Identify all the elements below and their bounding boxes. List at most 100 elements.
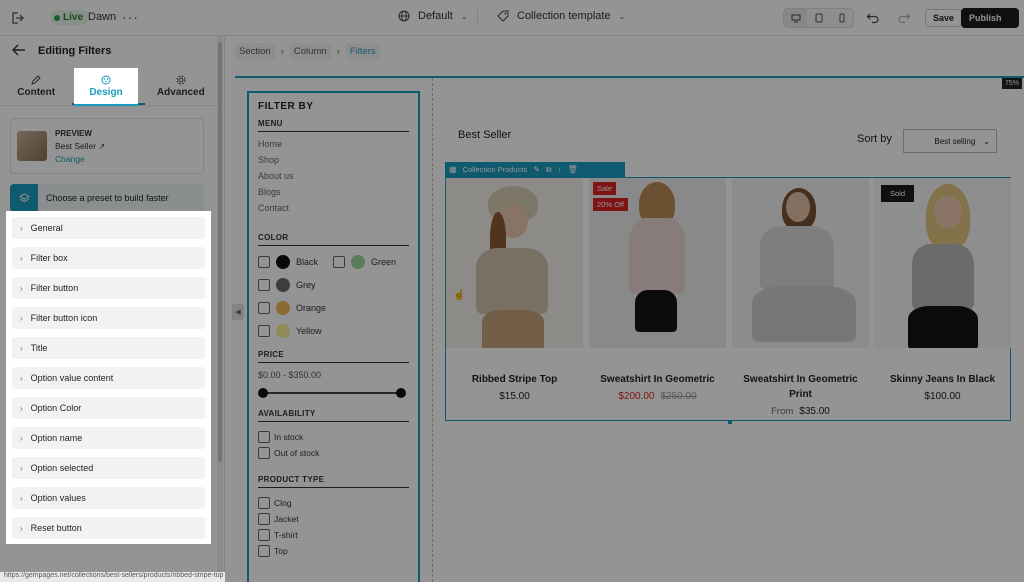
setting-filter-button[interactable]: › Filter button bbox=[12, 277, 205, 299]
compare-price: $250.00 bbox=[660, 391, 697, 402]
product-name[interactable]: Sweatshirt In Geometric Print bbox=[732, 372, 869, 402]
product-card[interactable]: Ribbed Stripe Top $15.00 bbox=[446, 178, 583, 402]
color-option-green[interactable]: Green bbox=[333, 253, 408, 270]
resize-handle[interactable] bbox=[728, 420, 732, 424]
checkbox[interactable] bbox=[258, 301, 270, 314]
collection-title: Best Seller bbox=[458, 129, 512, 141]
back-arrow-icon[interactable] bbox=[12, 44, 26, 59]
preset-banner[interactable]: Choose a preset to build faster bbox=[10, 184, 204, 212]
save-button[interactable]: Save bbox=[925, 9, 963, 27]
option-label: In stock bbox=[274, 432, 304, 442]
menu-link-shop[interactable]: Shop bbox=[258, 155, 409, 171]
menu-link-contact[interactable]: Contact bbox=[258, 203, 409, 219]
redo-icon[interactable] bbox=[897, 10, 911, 24]
sort-select[interactable]: Best selling ⌄ bbox=[903, 129, 997, 153]
breadcrumb-section[interactable]: Section bbox=[235, 43, 275, 60]
collection-products-area: Best Seller Sort by Best selling ⌄ ▦ Col… bbox=[445, 91, 1024, 582]
product-name[interactable]: Skinny Jeans In Black bbox=[874, 372, 1011, 387]
setting-general[interactable]: › General bbox=[12, 217, 205, 239]
setting-option-values[interactable]: › Option values bbox=[12, 487, 205, 509]
preview-page-name-text: Best Seller bbox=[55, 140, 97, 151]
filter-group-color[interactable]: COLOR bbox=[258, 233, 409, 246]
checkbox[interactable] bbox=[258, 278, 270, 291]
mobile-device-button[interactable] bbox=[830, 9, 853, 27]
exit-editor-icon[interactable] bbox=[8, 9, 26, 27]
chevron-right-icon: › bbox=[20, 313, 23, 323]
edit-icon[interactable]: ✎ bbox=[533, 165, 540, 174]
menu-link-about[interactable]: About us bbox=[258, 171, 409, 187]
filter-box[interactable]: FILTER BY MENU Home Shop About us Blogs … bbox=[247, 91, 420, 582]
move-up-icon[interactable]: ↑ bbox=[558, 165, 562, 174]
breadcrumb-column[interactable]: Column bbox=[289, 43, 331, 60]
breadcrumb-filters[interactable]: Filters bbox=[345, 43, 380, 60]
checkbox[interactable] bbox=[258, 497, 270, 509]
setting-option-name[interactable]: › Option name bbox=[12, 427, 205, 449]
color-swatch bbox=[276, 300, 290, 315]
setting-title[interactable]: › Title bbox=[12, 337, 205, 359]
tab-content[interactable]: Content bbox=[0, 68, 72, 105]
checkbox[interactable] bbox=[258, 513, 270, 525]
product-card[interactable]: Sweatshirt In Geometric Print From $35.00 bbox=[732, 178, 869, 417]
setting-option-selected[interactable]: › Option selected bbox=[12, 457, 205, 479]
menu-link-home[interactable]: Home bbox=[258, 139, 409, 155]
change-preview-link[interactable]: Change bbox=[55, 154, 105, 164]
tab-design-highlight[interactable]: Design bbox=[74, 68, 138, 106]
collapse-sidebar-handle[interactable]: ◀ bbox=[232, 304, 244, 320]
template-select[interactable]: Collection template ⌄ bbox=[497, 10, 625, 22]
product-type-tshirt[interactable]: T-shirt bbox=[258, 527, 409, 543]
tablet-device-button[interactable] bbox=[807, 9, 830, 27]
live-status-badge: Live bbox=[50, 10, 90, 25]
product-image[interactable] bbox=[732, 178, 869, 348]
menu-link-blogs[interactable]: Blogs bbox=[258, 187, 409, 203]
checkbox[interactable] bbox=[258, 529, 270, 541]
product-type-jacket[interactable]: Jacket bbox=[258, 511, 409, 527]
duplicate-icon[interactable]: ⧉ bbox=[546, 165, 552, 175]
more-icon[interactable]: ··· bbox=[122, 9, 139, 25]
checkbox[interactable] bbox=[258, 545, 270, 557]
price-slider[interactable] bbox=[258, 388, 406, 398]
availability-in-stock[interactable]: In stock bbox=[258, 429, 409, 445]
slider-min-handle[interactable] bbox=[258, 388, 268, 398]
checkbox[interactable] bbox=[333, 255, 345, 268]
filter-group-product-type[interactable]: PRODUCT TYPE bbox=[258, 475, 409, 488]
globe-icon bbox=[398, 10, 410, 22]
color-option-yellow[interactable]: Yellow bbox=[258, 322, 333, 339]
color-option-black[interactable]: Black bbox=[258, 253, 333, 270]
slider-max-handle[interactable] bbox=[396, 388, 406, 398]
desktop-device-button[interactable] bbox=[784, 9, 807, 27]
filter-group-menu[interactable]: MENU bbox=[258, 119, 409, 132]
product-image[interactable] bbox=[446, 178, 583, 348]
product-name[interactable]: Sweatshirt In Geometric bbox=[589, 372, 726, 387]
undo-icon[interactable] bbox=[866, 10, 880, 24]
product-image[interactable]: Sale 20% Off bbox=[589, 178, 726, 348]
hand-cursor-icon: ☝ bbox=[453, 290, 466, 301]
checkbox[interactable] bbox=[258, 324, 270, 337]
product-image[interactable]: Sold bbox=[874, 178, 1011, 348]
color-option-grey[interactable]: Grey bbox=[258, 276, 333, 293]
availability-out-of-stock[interactable]: Out of stock bbox=[258, 445, 409, 461]
setting-option-value-content[interactable]: › Option value content bbox=[12, 367, 205, 389]
product-type-clog[interactable]: Clog bbox=[258, 495, 409, 511]
checkbox[interactable] bbox=[258, 255, 270, 268]
option-label: Out of stock bbox=[274, 448, 320, 458]
publish-button[interactable]: Publish bbox=[961, 8, 1019, 28]
tab-advanced[interactable]: Advanced bbox=[145, 68, 217, 105]
preview-page-name[interactable]: Best Seller ↗ bbox=[55, 141, 105, 151]
filter-group-price[interactable]: PRICE bbox=[258, 350, 409, 363]
delete-icon[interactable]: 🗑 bbox=[568, 165, 578, 174]
product-type-top[interactable]: Top bbox=[258, 543, 409, 559]
checkbox[interactable] bbox=[258, 431, 270, 443]
chevron-down-icon: ⌄ bbox=[983, 136, 990, 146]
page-select[interactable]: Default ⌄ bbox=[398, 10, 468, 22]
setting-filter-box[interactable]: › Filter box bbox=[12, 247, 205, 269]
setting-reset-button[interactable]: › Reset button bbox=[12, 517, 205, 539]
setting-option-color[interactable]: › Option Color bbox=[12, 397, 205, 419]
setting-filter-button-icon[interactable]: › Filter button icon bbox=[12, 307, 205, 329]
filter-group-availability[interactable]: AVAILABILITY bbox=[258, 409, 409, 422]
product-card[interactable]: Sold Skinny Jeans In Black $100.00 bbox=[874, 178, 1011, 402]
product-card[interactable]: Sale 20% Off Sweatshirt In Geometric $20… bbox=[589, 178, 726, 402]
sidebar-scrollbar[interactable] bbox=[218, 42, 222, 462]
product-name[interactable]: Ribbed Stripe Top bbox=[446, 372, 583, 387]
checkbox[interactable] bbox=[258, 447, 270, 459]
color-option-orange[interactable]: Orange bbox=[258, 299, 333, 316]
